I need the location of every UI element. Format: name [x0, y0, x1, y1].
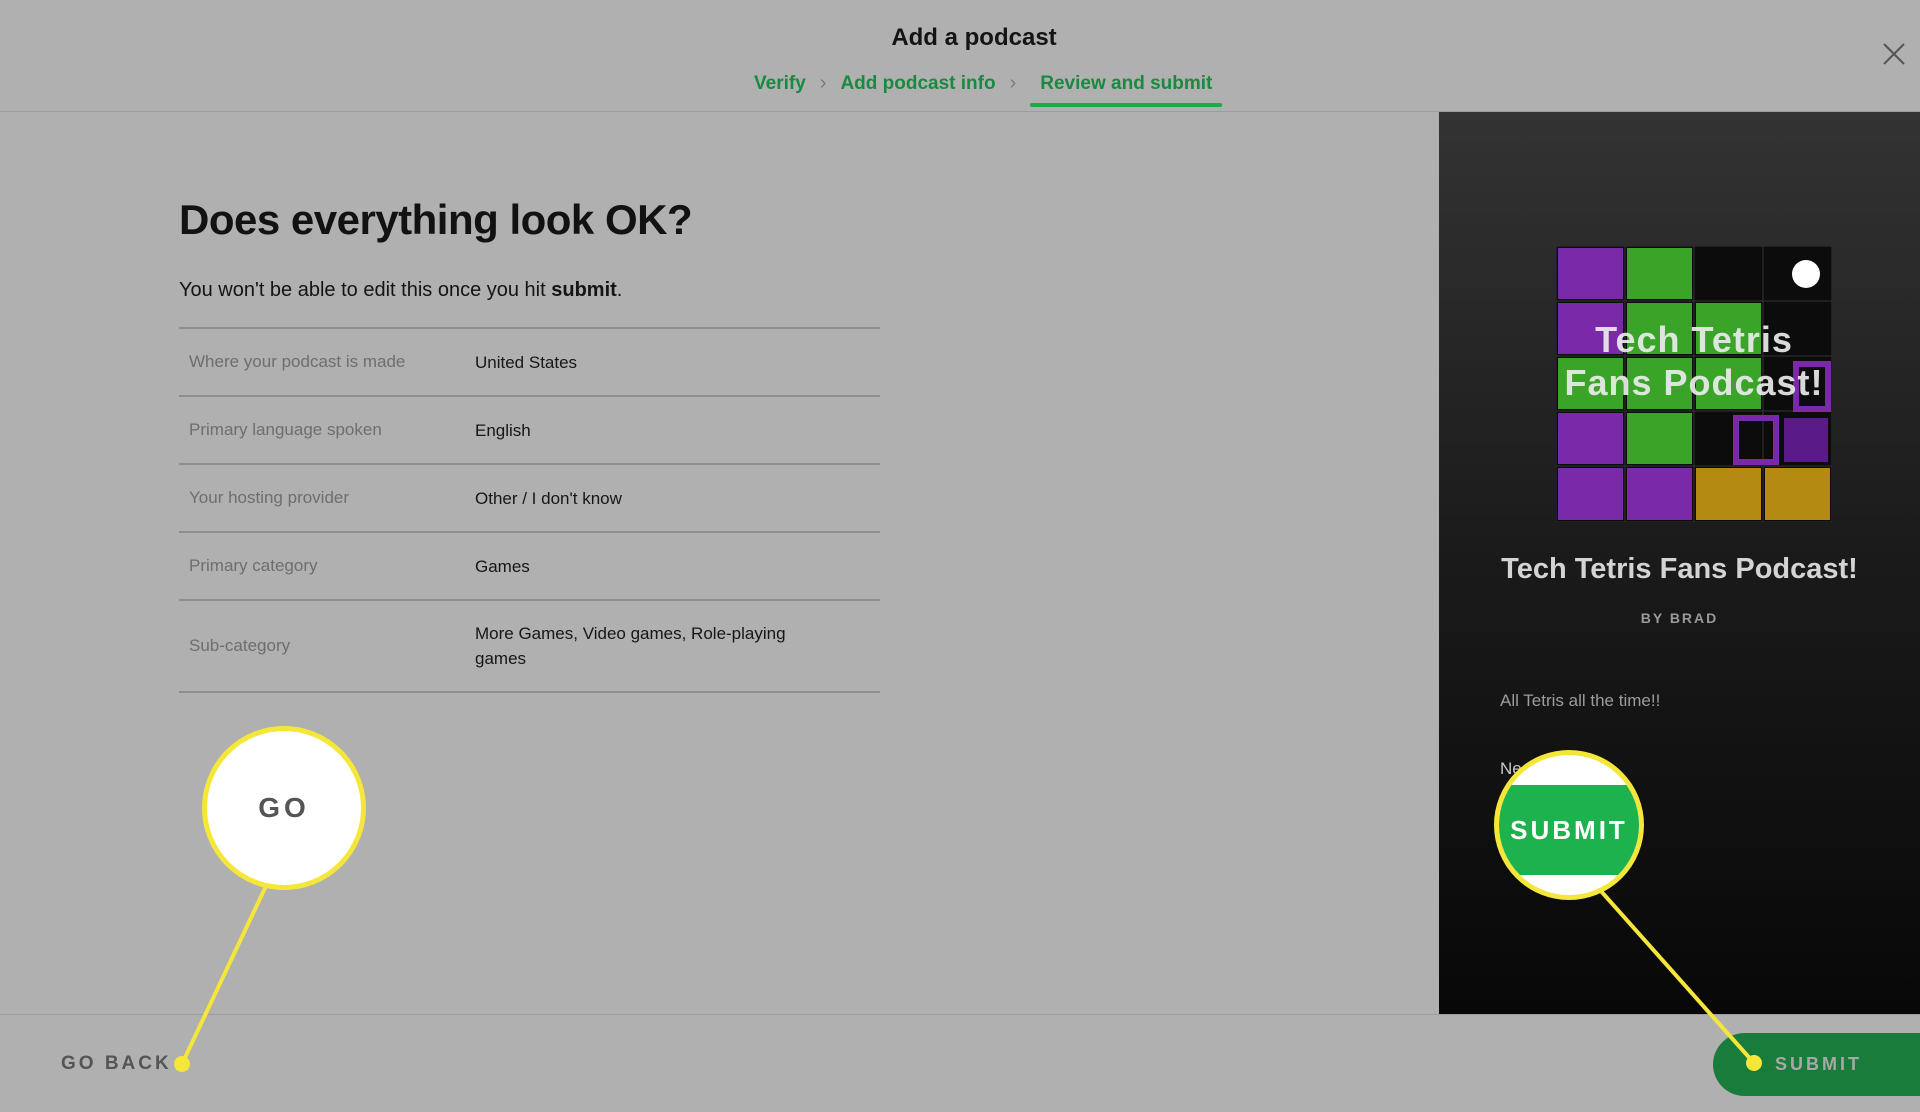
- podcast-feed-icon: [1792, 260, 1820, 288]
- row-label: Primary language spoken: [189, 420, 382, 439]
- row-value: Games: [475, 556, 530, 576]
- podcast-name: Tech Tetris Fans Podcast!: [1501, 553, 1858, 585]
- table-row: Primary category Games: [179, 533, 880, 601]
- review-subtext: You won't be able to edit this once you …: [179, 279, 622, 302]
- submit-zoom-label: SUBMIT: [1510, 815, 1628, 845]
- footer: [0, 1014, 1920, 1112]
- table-row: Your hosting provider Other / I don't kn…: [179, 465, 880, 533]
- table-row: Sub-category More Games, Video games, Ro…: [179, 601, 880, 693]
- row-value: English: [475, 420, 531, 440]
- page-title: Add a podcast: [891, 24, 1057, 51]
- submit-button[interactable]: SUBMIT: [1713, 1033, 1920, 1096]
- subtext-suffix: .: [616, 279, 623, 301]
- review-heading: Does everything look OK?: [179, 196, 693, 243]
- podcast-preview-panel: Tech Tetris Fans Podcast! Tech Tetris Fa…: [1439, 112, 1920, 1014]
- header: Add a podcast Verify › Add podcast info …: [0, 0, 1920, 112]
- go-back-button[interactable]: GO BACK: [61, 1053, 172, 1075]
- row-label: Sub-category: [189, 636, 291, 655]
- subtext-bold: submit: [551, 279, 617, 301]
- row-value: Other / I don't know: [475, 488, 622, 508]
- podcast-author: BY BRAD: [1640, 610, 1719, 626]
- row-label: Primary category: [189, 556, 318, 575]
- cover-title-text: Tech Tetris Fans Podcast!: [1564, 319, 1824, 403]
- row-label: Where your podcast is made: [189, 352, 406, 371]
- go-back-zoom-callout: GO BACK: [202, 726, 366, 890]
- close-icon[interactable]: [1880, 40, 1908, 68]
- stepper: Verify › Add podcast info › Review and s…: [754, 72, 1223, 107]
- submit-zoom-callout: SUBMIT: [1494, 750, 1644, 900]
- step-verify[interactable]: Verify: [754, 73, 806, 95]
- chevron-right-icon: ›: [1009, 72, 1017, 94]
- row-value: More Games, Video games, Role-playing ga…: [475, 624, 786, 668]
- step-add-podcast-info[interactable]: Add podcast info: [840, 73, 995, 95]
- podcast-cover-art: Tech Tetris Fans Podcast!: [1556, 246, 1832, 522]
- subtext-prefix: You won't be able to edit this once you …: [179, 279, 552, 301]
- table-row: Where your podcast is made United States: [179, 329, 880, 397]
- step-review-and-submit[interactable]: Review and submit: [1030, 73, 1223, 107]
- review-table: Where your podcast is made United States…: [179, 327, 880, 693]
- podcast-description: All Tetris all the time!!: [1500, 691, 1661, 710]
- table-row: Primary language spoken English: [179, 397, 880, 465]
- row-label: Your hosting provider: [189, 488, 350, 507]
- go-back-zoom-label: GO BACK: [258, 792, 310, 823]
- row-value: United States: [475, 352, 578, 372]
- chevron-right-icon: ›: [819, 72, 827, 94]
